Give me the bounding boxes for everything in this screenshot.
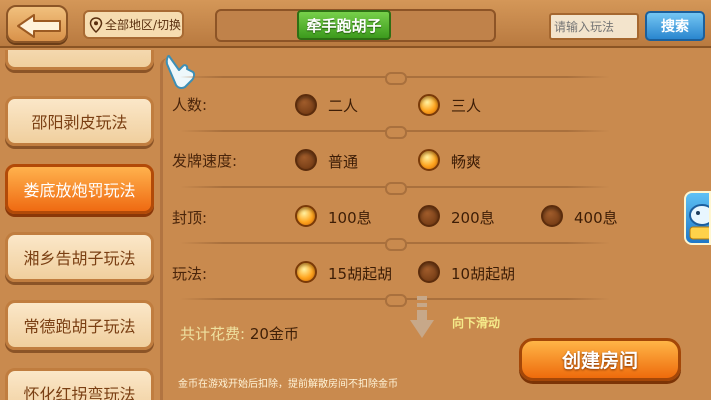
rule-label: 玩法:	[172, 265, 208, 283]
search-input[interactable]	[549, 13, 639, 40]
coin-deduction-note: 金币在游戏开始后扣除，提前解散房间不扣除金币	[178, 379, 398, 390]
rule-15hu-label: 15胡起胡	[328, 265, 393, 283]
back-arrow-icon	[17, 14, 61, 38]
page-title: 牵手跑胡子	[297, 10, 391, 40]
cap-100-radio[interactable]	[295, 205, 317, 227]
region-switch-button[interactable]: 全部地区/切换	[83, 10, 184, 39]
row-divider	[180, 182, 610, 195]
sidebar-item-huaihua[interactable]: 怀化红拐弯玩法	[5, 368, 154, 400]
sidebar-item-shaoyang[interactable]: 邵阳剥皮玩法	[5, 96, 154, 146]
speed-smooth-label: 畅爽	[451, 153, 482, 171]
sidebar-item-partial[interactable]	[5, 50, 154, 70]
speed-normal-label: 普通	[328, 153, 359, 171]
sidebar-item-loudi[interactable]: 娄底放炮罚玩法	[5, 164, 154, 214]
players-option-two-label: 二人	[328, 97, 359, 115]
scroll-down-arrow-icon	[410, 296, 434, 338]
sidebar-item-xiangxiang[interactable]: 湘乡告胡子玩法	[5, 232, 154, 282]
rule-10hu-radio[interactable]	[418, 261, 440, 283]
cap-400-radio[interactable]	[541, 205, 563, 227]
rule-10hu-label: 10胡起胡	[451, 265, 516, 283]
game-mode-sidebar: 邵阳剥皮玩法 娄底放炮罚玩法 湘乡告胡子玩法 常德跑胡子玩法 怀化红拐弯玩法	[0, 50, 160, 400]
search-button[interactable]: 搜索	[645, 11, 705, 41]
cap-label: 封顶:	[172, 209, 208, 227]
row-divider	[180, 72, 610, 85]
players-option-three-radio[interactable]	[418, 94, 440, 116]
row-divider	[180, 238, 610, 251]
row-divider	[180, 294, 610, 307]
cap-400-label: 400息	[574, 209, 618, 227]
speed-smooth-radio[interactable]	[418, 149, 440, 171]
players-option-two-radio[interactable]	[295, 94, 317, 116]
sidebar-item-changde[interactable]: 常德跑胡子玩法	[5, 300, 154, 350]
cap-100-label: 100息	[328, 209, 372, 227]
pointer-hand-icon	[165, 54, 196, 90]
rule-15hu-radio[interactable]	[295, 261, 317, 283]
promo-side-badge[interactable]	[684, 191, 711, 245]
shark-mascot-icon	[689, 204, 709, 240]
top-bar: 全部地区/切换 牵手跑胡子 搜索	[0, 0, 711, 48]
row-divider	[180, 126, 610, 139]
cost-label: 共计花费:	[180, 325, 246, 343]
speed-normal-radio[interactable]	[295, 149, 317, 171]
total-cost: 共计花费: 20金币	[180, 323, 299, 344]
players-option-three-label: 三人	[451, 97, 482, 115]
region-label: 全部地区/切换	[105, 18, 182, 32]
cost-value: 20金币	[249, 325, 299, 343]
back-button[interactable]	[6, 5, 68, 43]
location-pin-icon	[89, 16, 103, 33]
cap-200-radio[interactable]	[418, 205, 440, 227]
cap-200-label: 200息	[451, 209, 495, 227]
create-room-button[interactable]: 创建房间	[519, 338, 681, 381]
players-label: 人数:	[172, 96, 208, 114]
deal-speed-label: 发牌速度:	[172, 152, 238, 170]
scroll-hint-text: 向下滑动	[452, 316, 501, 330]
